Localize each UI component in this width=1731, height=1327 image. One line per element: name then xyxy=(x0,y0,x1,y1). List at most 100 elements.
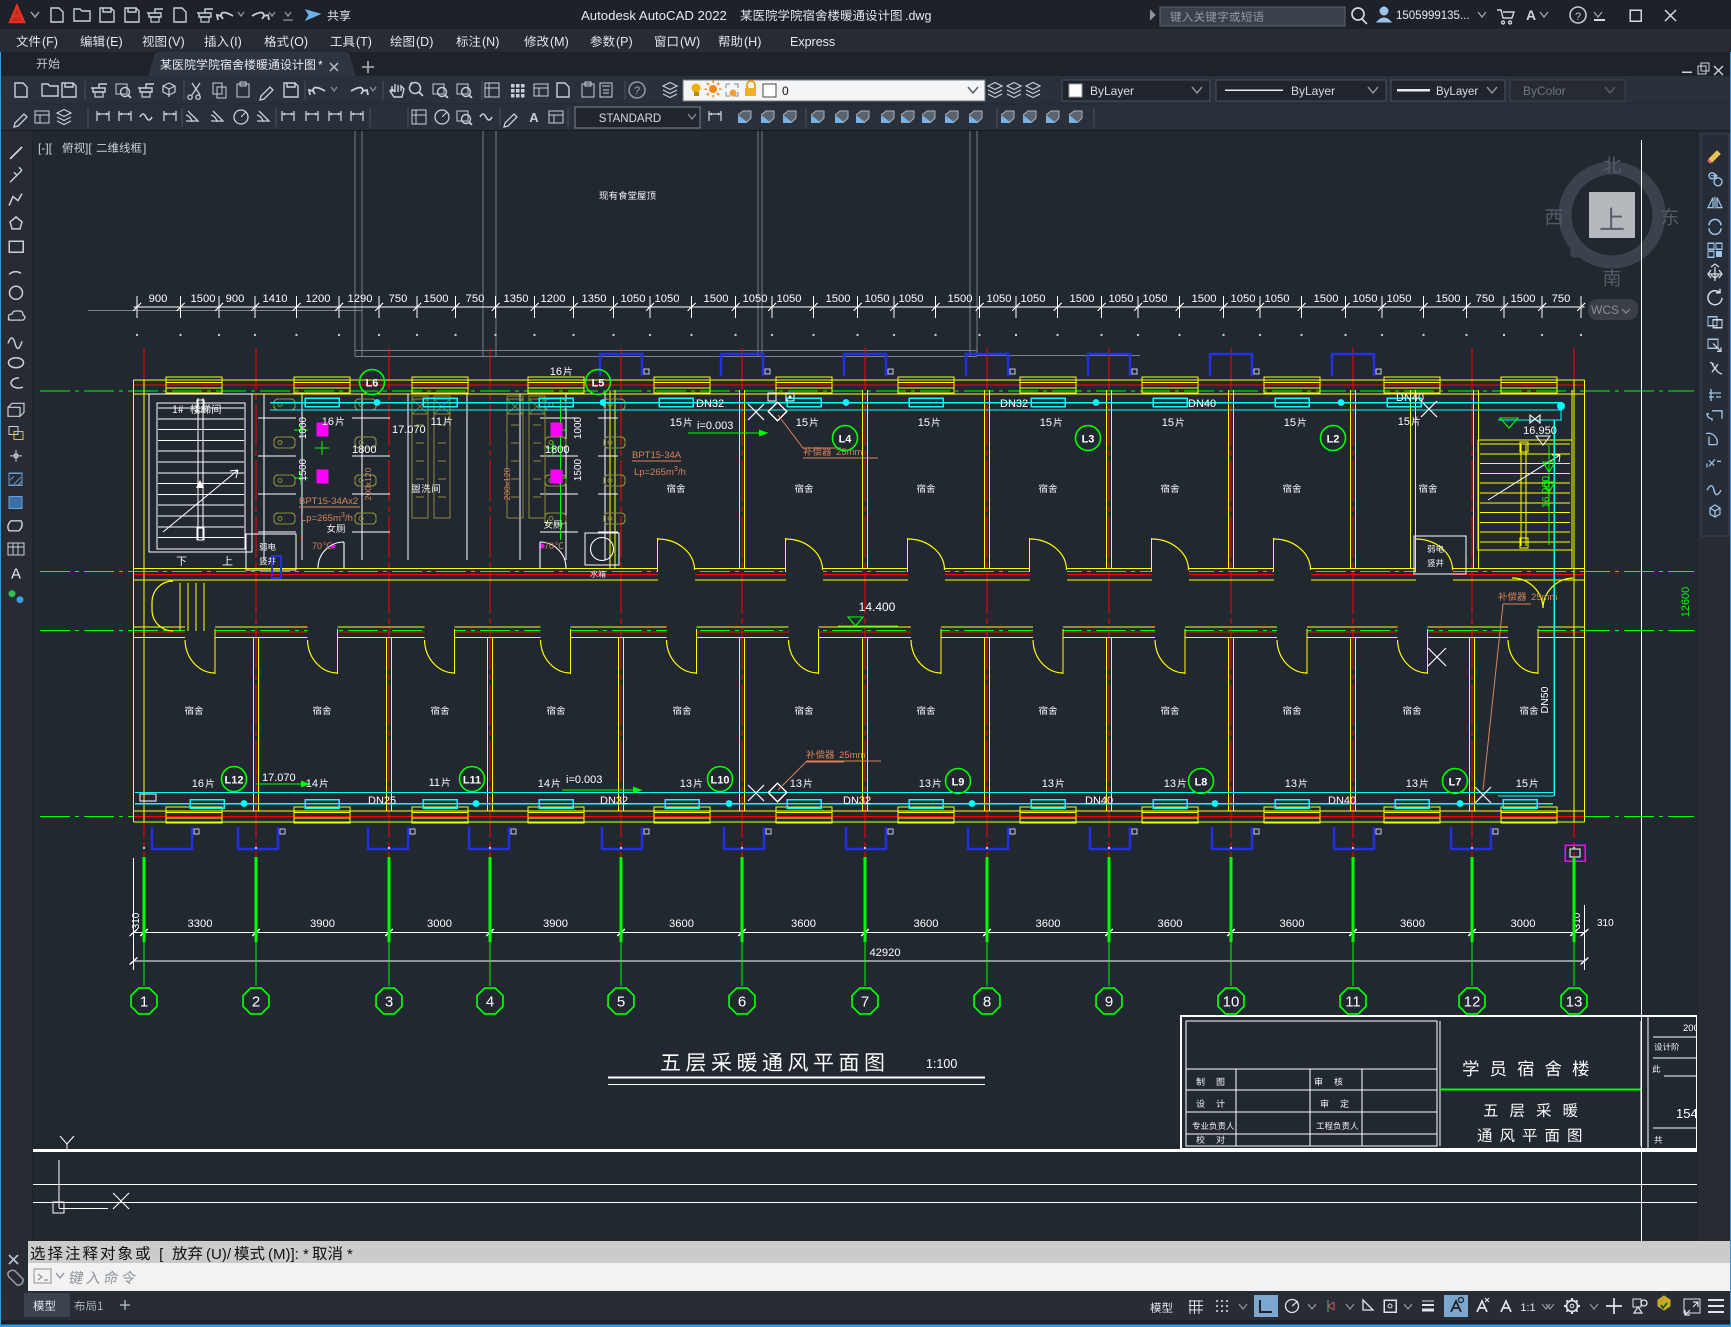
svg-text:11: 11 xyxy=(431,416,442,428)
svg-text:1050: 1050 xyxy=(1021,293,1046,305)
svg-text:3600: 3600 xyxy=(914,918,939,930)
svg-text:DN32: DN32 xyxy=(843,795,871,807)
svg-text:25mm: 25mm xyxy=(839,750,865,761)
svg-text:14.400: 14.400 xyxy=(859,600,896,614)
svg-text:1050: 1050 xyxy=(655,293,680,305)
svg-text:A: A xyxy=(529,110,539,125)
svg-text:?: ? xyxy=(1575,11,1581,23)
svg-text:ByLayer: ByLayer xyxy=(1436,86,1478,98)
svg-text:1350: 1350 xyxy=(504,293,529,305)
svg-text:DN40: DN40 xyxy=(1188,398,1216,410)
svg-text:1500: 1500 xyxy=(948,293,973,305)
svg-text:WCS: WCS xyxy=(1591,303,1619,317)
svg-text:17.070: 17.070 xyxy=(262,772,296,784)
svg-text:1000: 1000 xyxy=(573,416,584,439)
svg-text:3: 3 xyxy=(385,994,393,1011)
svg-text:16: 16 xyxy=(322,416,334,428)
svg-text:1500: 1500 xyxy=(1070,293,1095,305)
svg-text:6: 6 xyxy=(738,994,746,1011)
svg-text:1500: 1500 xyxy=(1314,293,1339,305)
svg-text:Autodesk AutoCAD 2022: Autodesk AutoCAD 2022 xyxy=(581,8,727,23)
svg-text:12: 12 xyxy=(1464,994,1481,1011)
svg-text:DN32: DN32 xyxy=(600,795,628,807)
svg-text:1290: 1290 xyxy=(348,293,373,305)
svg-text:16.950: 16.950 xyxy=(1523,425,1557,437)
svg-text:1050: 1050 xyxy=(1109,293,1134,305)
svg-text:3600: 3600 xyxy=(1400,918,1425,930)
svg-text:3300: 3300 xyxy=(188,918,213,930)
svg-text:15: 15 xyxy=(1162,417,1174,429)
svg-text:3900: 3900 xyxy=(310,918,335,930)
svg-text:1500: 1500 xyxy=(298,458,309,481)
svg-text:3600: 3600 xyxy=(1280,918,1305,930)
svg-text:Lp=265m: Lp=265m xyxy=(301,513,341,524)
svg-text:BPT15-34Ax2: BPT15-34Ax2 xyxy=(299,496,358,507)
svg-text:8: 8 xyxy=(983,994,991,1011)
svg-text:DN40: DN40 xyxy=(1396,392,1424,404)
svg-text:ByLayer: ByLayer xyxy=(1090,84,1134,98)
svg-text:2: 2 xyxy=(252,994,260,1011)
svg-text:DN50: DN50 xyxy=(1539,686,1551,713)
svg-text:70: 70 xyxy=(544,541,554,551)
svg-text:13: 13 xyxy=(919,778,931,790)
svg-text:15: 15 xyxy=(1398,416,1410,428)
svg-text:L12: L12 xyxy=(225,775,244,787)
svg-text:1050: 1050 xyxy=(987,293,1012,305)
svg-text:15: 15 xyxy=(670,417,682,429)
svg-text:13: 13 xyxy=(1042,778,1054,790)
svg-text:1500: 1500 xyxy=(1192,293,1217,305)
svg-text:L11: L11 xyxy=(463,775,481,787)
svg-text:17.070: 17.070 xyxy=(392,424,426,436)
svg-text:.dwg: .dwg xyxy=(905,9,931,23)
svg-text:]: ] xyxy=(143,141,146,155)
svg-text:10: 10 xyxy=(1223,994,1240,1011)
svg-text:3000: 3000 xyxy=(1511,918,1536,930)
svg-text:750: 750 xyxy=(466,293,485,305)
svg-text:A: A xyxy=(11,565,21,582)
svg-text:900: 900 xyxy=(226,293,245,305)
svg-text:(M)]: *: (M)]: * xyxy=(268,1246,309,1263)
svg-text:1050: 1050 xyxy=(1143,293,1168,305)
svg-text:i=0.003: i=0.003 xyxy=(697,420,733,432)
svg-text:Express: Express xyxy=(790,35,835,49)
svg-text:15: 15 xyxy=(1516,778,1528,790)
svg-text:11: 11 xyxy=(1345,994,1361,1011)
svg-text:[: [ xyxy=(155,1246,164,1263)
svg-text:15: 15 xyxy=(1040,417,1052,429)
svg-text:L6: L6 xyxy=(366,378,379,390)
svg-text:154: 154 xyxy=(1676,1106,1698,1121)
svg-text:15: 15 xyxy=(918,417,930,429)
svg-text:(F): (F) xyxy=(42,35,58,49)
svg-text:(M): (M) xyxy=(550,35,569,49)
svg-text:(O): (O) xyxy=(290,35,308,49)
svg-text:1410: 1410 xyxy=(263,293,288,305)
svg-text:DN32: DN32 xyxy=(1000,398,1028,410)
svg-text:*: * xyxy=(318,58,323,72)
svg-text:+: + xyxy=(409,79,414,88)
svg-text:DN32: DN32 xyxy=(696,398,724,410)
svg-text:][: ][ xyxy=(85,141,92,155)
svg-text:1350: 1350 xyxy=(582,293,607,305)
svg-text:A: A xyxy=(1526,7,1536,23)
svg-text:13: 13 xyxy=(1566,994,1583,1011)
svg-text:L5: L5 xyxy=(592,378,605,390)
svg-text:13: 13 xyxy=(680,778,692,790)
svg-text:15: 15 xyxy=(796,417,808,429)
svg-text:L2: L2 xyxy=(1327,434,1340,446)
svg-text:L9: L9 xyxy=(952,777,965,789)
svg-text:1050: 1050 xyxy=(777,293,802,305)
svg-text:750: 750 xyxy=(389,293,408,305)
svg-text:(H): (H) xyxy=(744,35,761,49)
svg-text:1500: 1500 xyxy=(424,293,449,305)
svg-text:1050: 1050 xyxy=(865,293,890,305)
svg-text:750: 750 xyxy=(1476,293,1495,305)
svg-text:42920: 42920 xyxy=(869,947,900,959)
svg-text:11: 11 xyxy=(429,777,440,789)
svg-text:13: 13 xyxy=(1406,778,1418,790)
svg-text:DN25: DN25 xyxy=(368,795,396,807)
svg-text:310: 310 xyxy=(131,912,142,929)
svg-text:4: 4 xyxy=(486,994,494,1011)
svg-text:i=0.003: i=0.003 xyxy=(566,774,602,786)
svg-text:3600: 3600 xyxy=(669,918,694,930)
svg-text:BPT15-34A: BPT15-34A xyxy=(632,450,682,461)
